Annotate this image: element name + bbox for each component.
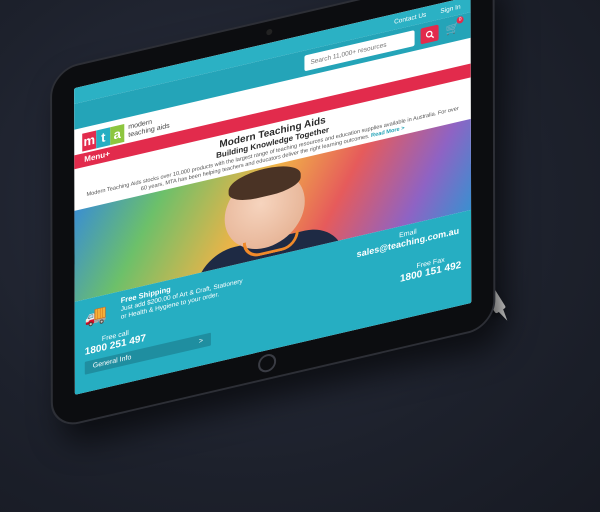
search-button[interactable]: [420, 24, 439, 45]
logo-letter-a: a: [110, 124, 125, 146]
cart-icon: 🛒: [445, 21, 460, 37]
free-fax-block: Free Fax 1800 151 492: [400, 253, 461, 285]
tablet-frame: Contact Us Sign In 🛒 0 m: [50, 0, 496, 431]
general-info-label: General Info: [92, 354, 132, 370]
search-icon: [425, 30, 434, 38]
chevron-right-icon: >: [198, 337, 203, 346]
camera-dot: [266, 28, 273, 36]
home-button[interactable]: [258, 352, 277, 375]
truck-icon: 🚚: [84, 302, 108, 328]
tablet-mockup: Contact Us Sign In 🛒 0 m: [10, 0, 600, 512]
cart-count-badge: 0: [456, 15, 464, 25]
logo-letter-t: t: [96, 127, 111, 149]
tablet-screen: Contact Us Sign In 🛒 0 m: [74, 0, 472, 395]
logo-letter-m: m: [82, 130, 97, 152]
cart-button[interactable]: 🛒 0: [445, 15, 464, 39]
sign-in-link[interactable]: Sign In: [440, 3, 460, 15]
